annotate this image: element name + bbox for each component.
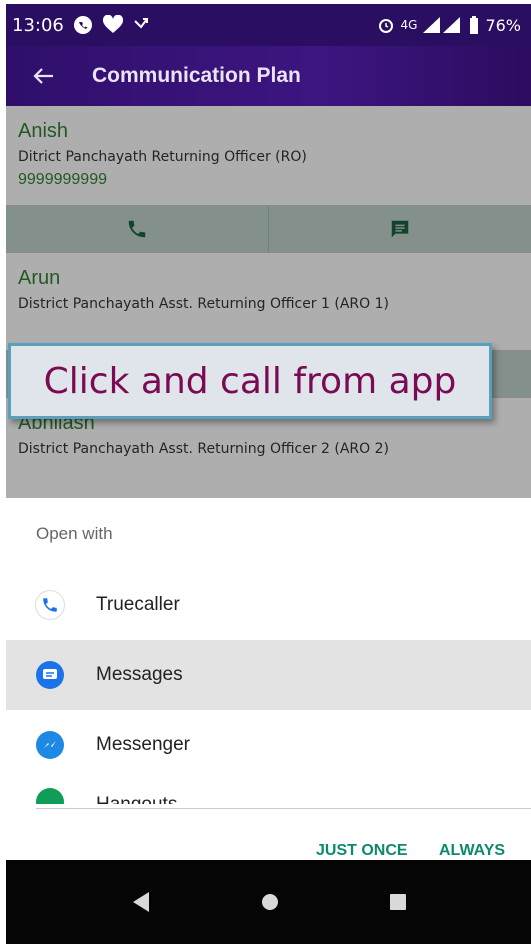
battery-icon bbox=[470, 16, 479, 34]
app-option-truecaller[interactable]: Truecaller bbox=[6, 570, 531, 640]
always-button[interactable]: ALWAYS bbox=[439, 842, 505, 860]
just-once-button[interactable]: JUST ONCE bbox=[316, 842, 408, 860]
app-label: Hangouts bbox=[96, 794, 177, 804]
nav-home-icon[interactable] bbox=[260, 892, 280, 912]
system-nav-bar bbox=[6, 860, 531, 944]
callout-text: Click and call from app bbox=[43, 360, 457, 402]
nav-back-icon[interactable] bbox=[131, 891, 151, 913]
sheet-divider bbox=[36, 808, 531, 809]
app-label: Messages bbox=[96, 664, 183, 685]
sheet-title: Open with bbox=[36, 524, 113, 543]
app-toolbar: Communication Plan bbox=[6, 46, 531, 106]
back-button[interactable] bbox=[20, 46, 66, 106]
app-option-messages[interactable]: Messages bbox=[6, 640, 531, 710]
app-label: Messenger bbox=[96, 734, 190, 755]
app-option-messenger[interactable]: Messenger bbox=[6, 710, 531, 780]
dialog-scrim[interactable] bbox=[6, 106, 531, 498]
truecaller-icon bbox=[36, 591, 64, 619]
messenger-icon bbox=[36, 731, 64, 759]
nav-recents-icon[interactable] bbox=[389, 893, 407, 911]
status-bar: 13:06 4G 76% bbox=[6, 4, 531, 46]
whatsapp-icon bbox=[73, 16, 92, 34]
annotation-callout: Click and call from app bbox=[8, 343, 492, 419]
alarm-icon bbox=[378, 19, 393, 33]
signal-icon bbox=[423, 17, 461, 33]
network-type: 4G bbox=[400, 18, 418, 32]
open-with-sheet: Open with Truecaller Messages Messenger … bbox=[6, 498, 531, 826]
status-time: 13:06 bbox=[12, 14, 64, 36]
missed-call-icon bbox=[134, 18, 148, 29]
heart-icon bbox=[102, 15, 123, 33]
app-option-hangouts[interactable]: Hangouts bbox=[6, 780, 531, 804]
battery-percent: 76% bbox=[485, 15, 521, 35]
app-label: Truecaller bbox=[96, 594, 180, 615]
arrow-back-icon bbox=[33, 68, 53, 84]
messages-icon bbox=[36, 661, 64, 689]
hangouts-icon bbox=[36, 788, 64, 804]
page-title: Communication Plan bbox=[92, 64, 301, 87]
